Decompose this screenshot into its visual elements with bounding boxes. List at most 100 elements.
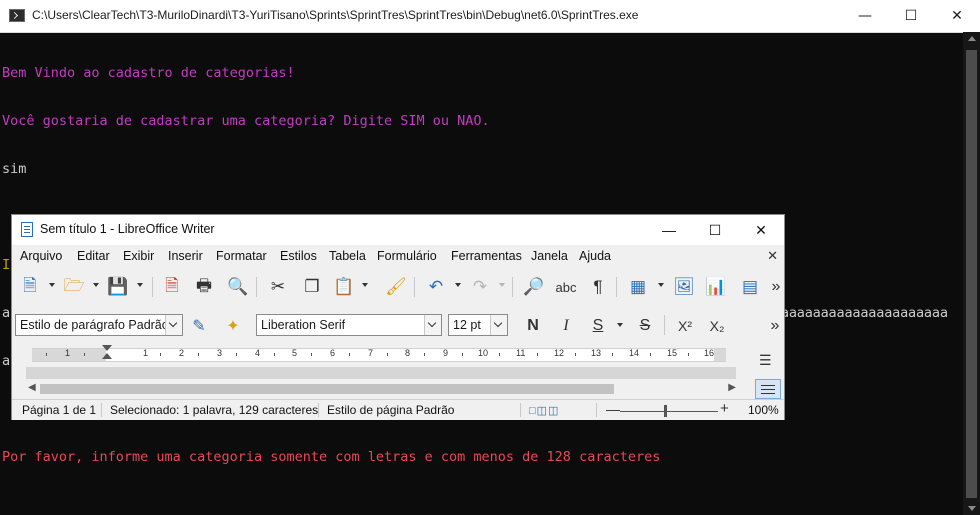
ruler-tick [612, 353, 613, 356]
underline-button[interactable]: S [587, 315, 609, 337]
view-layout-icons[interactable]: □◫◫ [529, 404, 559, 417]
clone-formatting-icon[interactable]: 🖌 [384, 275, 408, 299]
zoom-in-icon[interactable]: + [720, 400, 729, 417]
paste-icon[interactable]: 📋 [332, 275, 356, 299]
selection-count[interactable]: Selecionado: 1 palavra, 129 caracteres [110, 403, 318, 417]
insert-chart-icon[interactable]: 📊 [704, 275, 728, 299]
menu-arquivo[interactable]: Arquivo [20, 249, 62, 263]
paste-dropdown-icon[interactable] [362, 283, 368, 287]
page-count[interactable]: Página 1 de 1 [22, 403, 96, 417]
formatting-marks-icon[interactable]: ¶ [586, 275, 610, 299]
writer-close-button[interactable]: ✕ [738, 215, 784, 245]
maximize-button[interactable]: ☐ [888, 0, 934, 32]
console-scrollbar[interactable] [963, 32, 980, 515]
close-document-icon[interactable]: ✕ [767, 248, 778, 264]
scroll-thumb[interactable] [966, 50, 977, 498]
new-document-icon[interactable]: 🗎 [18, 275, 42, 299]
chevron-down-icon[interactable] [490, 315, 507, 335]
menu-ajuda[interactable]: Ajuda [579, 249, 611, 263]
font-name-select[interactable]: Liberation Serif [256, 314, 442, 336]
menu-formatar[interactable]: Formatar [216, 249, 267, 263]
more-options-icon[interactable]: » [764, 275, 788, 299]
horizontal-ruler[interactable]: 1 1 2 3 4 5 6 7 8 9 10 11 12 13 14 15 16 [32, 348, 726, 362]
save-dropdown-icon[interactable] [137, 283, 143, 287]
page-style[interactable]: Estilo de página Padrão [327, 403, 454, 417]
export-pdf-icon[interactable]: 🗎 [160, 275, 184, 299]
standard-toolbar: 🗎 🗁 💾 🗎 🖶 🔍 ✂ ❐ 📋 🖌 ↶ ↷ 🔎 abc ¶ ▦ 🖼 📊 ▤ … [12, 269, 784, 305]
zoom-level[interactable]: 100% [748, 403, 779, 417]
writer-maximize-button[interactable]: ☐ [692, 215, 738, 245]
new-dropdown-icon[interactable] [49, 283, 55, 287]
open-dropdown-icon[interactable] [93, 283, 99, 287]
cut-icon[interactable]: ✂ [266, 275, 290, 299]
ruler-tick [274, 353, 275, 356]
insert-image-icon[interactable]: 🖼 [672, 275, 696, 299]
chevron-down-icon[interactable] [424, 315, 441, 335]
superscript-button[interactable]: X² [674, 315, 696, 337]
menu-formulario[interactable]: Formulário [377, 249, 437, 263]
table-dropdown-icon[interactable] [658, 283, 664, 287]
undo-icon[interactable]: ↶ [424, 275, 448, 299]
chevron-down-icon[interactable] [165, 315, 182, 335]
menu-exibir[interactable]: Exibir [123, 249, 154, 263]
left-indent-handle[interactable] [102, 353, 112, 359]
undo-dropdown-icon[interactable] [455, 283, 461, 287]
new-style-icon[interactable]: ✦ [222, 315, 244, 337]
open-folder-icon[interactable]: 🗁 [62, 275, 86, 299]
redo-dropdown-icon[interactable] [499, 283, 505, 287]
ruler-number: 10 [478, 348, 489, 358]
console-titlebar[interactable]: C:\Users\ClearTech\T3-MuriloDinardi\T3-Y… [0, 0, 980, 33]
writer-window: Sem título 1 - LibreOffice Writer — ☐ ✕ … [11, 214, 785, 420]
redo-icon[interactable]: ↷ [468, 275, 492, 299]
minimize-button[interactable]: — [842, 0, 888, 32]
horizontal-scrollbar[interactable]: ◀ ▶ [26, 381, 738, 397]
bold-button[interactable]: N [522, 315, 544, 337]
more-options-icon[interactable]: » [764, 315, 786, 337]
paragraph-style-select[interactable]: Estilo de parágrafo Padrão [15, 314, 183, 336]
menu-ferramentas[interactable]: Ferramentas [451, 249, 522, 263]
menu-estilos[interactable]: Estilos [280, 249, 317, 263]
scroll-right-icon[interactable]: ▶ [728, 382, 736, 393]
font-size-select[interactable]: 12 pt [448, 314, 508, 336]
ruler-area: 1 1 2 3 4 5 6 7 8 9 10 11 12 13 14 15 16 [12, 343, 752, 369]
formatting-toolbar: Estilo de parágrafo Padrão ✎ ✦ Liberatio… [12, 309, 784, 341]
italic-button[interactable]: I [555, 315, 577, 337]
document-area[interactable] [26, 367, 736, 379]
menu-editar[interactable]: Editar [77, 249, 110, 263]
writer-titlebar[interactable]: Sem título 1 - LibreOffice Writer — ☐ ✕ [12, 215, 784, 245]
ruler-tick [462, 353, 463, 356]
zoom-slider-handle[interactable] [664, 405, 667, 417]
menu-inserir[interactable]: Inserir [168, 249, 203, 263]
print-preview-icon[interactable]: 🔍 [226, 275, 250, 299]
ruler-number: 12 [554, 348, 565, 358]
menu-tabela[interactable]: Tabela [329, 249, 366, 263]
save-icon[interactable]: 💾 [106, 275, 130, 299]
underline-dropdown-icon[interactable] [617, 323, 623, 327]
ruler-tick [236, 353, 237, 356]
close-button[interactable]: ✕ [934, 0, 980, 32]
ruler-tick [688, 353, 689, 356]
scroll-thumb[interactable] [40, 384, 614, 394]
zoom-out-icon[interactable]: — [606, 401, 620, 417]
sidebar-menu-icon[interactable]: ☰ [759, 352, 772, 369]
paragraph-style-value: Estilo de parágrafo Padrão [20, 318, 169, 332]
find-replace-icon[interactable]: 🔎 [522, 275, 546, 299]
insert-textbox-icon[interactable]: ▤ [738, 275, 762, 299]
copy-icon[interactable]: ❐ [300, 275, 324, 299]
ruler-tick [198, 353, 199, 356]
spelling-icon[interactable]: abc [554, 275, 578, 299]
scroll-up-icon[interactable] [968, 36, 976, 41]
properties-panel-icon[interactable] [755, 379, 781, 399]
writer-minimize-button[interactable]: — [646, 215, 692, 245]
update-style-icon[interactable]: ✎ [188, 315, 210, 337]
scroll-down-icon[interactable] [968, 506, 976, 511]
scroll-left-icon[interactable]: ◀ [28, 382, 36, 393]
strikethrough-button[interactable]: S [634, 315, 656, 337]
first-line-indent-handle[interactable] [102, 345, 112, 351]
menu-janela[interactable]: Janela [531, 249, 568, 263]
print-icon[interactable]: 🖶 [192, 275, 216, 299]
subscript-button[interactable]: X₂ [706, 315, 728, 337]
insert-table-icon[interactable]: ▦ [626, 275, 650, 299]
ruler-number: 2 [179, 348, 185, 358]
zoom-slider[interactable] [620, 411, 718, 412]
